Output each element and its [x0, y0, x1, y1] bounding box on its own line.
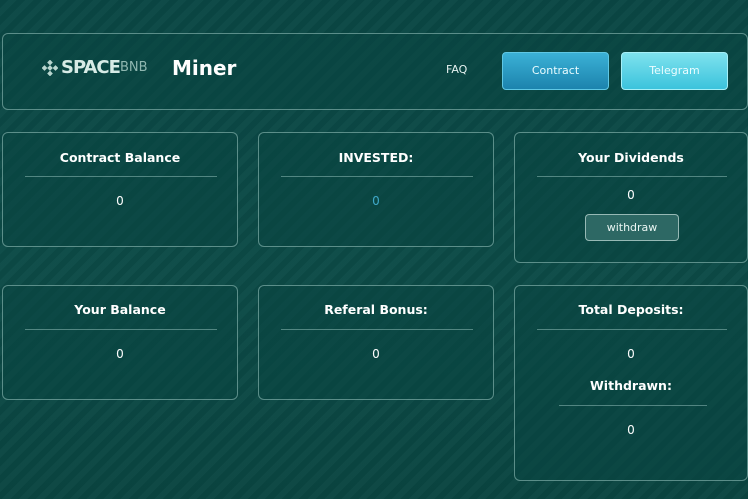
invested-title: INVESTED: — [338, 150, 414, 165]
dividends-title: Your Dividends — [578, 150, 684, 165]
referal-bonus-card: Referal Bonus: 0 — [258, 285, 494, 400]
telegram-button[interactable]: Telegram — [621, 52, 728, 90]
deposits-card: Total Deposits: 0 Withdrawn: 0 — [514, 285, 748, 481]
divider — [281, 176, 473, 177]
your-balance-title: Your Balance — [74, 302, 166, 317]
your-balance-card: Your Balance 0 — [2, 285, 238, 400]
divider — [25, 176, 217, 177]
dividends-value: 0 — [627, 188, 635, 202]
divider — [537, 329, 727, 330]
invested-card: INVESTED: 0 — [258, 132, 494, 247]
referal-bonus-value: 0 — [372, 347, 380, 361]
invested-value: 0 — [372, 194, 380, 208]
logo[interactable]: SPACE BNB — [42, 57, 148, 78]
contract-balance-value: 0 — [116, 194, 124, 208]
withdraw-button[interactable]: withdraw — [585, 214, 679, 241]
contract-button[interactable]: Contract — [502, 52, 609, 90]
bnb-diamond-icon — [42, 59, 58, 76]
logo-text: SPACE — [61, 57, 121, 78]
divider — [281, 329, 473, 330]
page-title: Miner — [172, 56, 237, 80]
logo-subtext: BNB — [119, 60, 148, 75]
your-balance-value: 0 — [116, 347, 124, 361]
withdrawn-value: 0 — [627, 423, 635, 437]
withdrawn-title: Withdrawn: — [590, 378, 672, 393]
divider — [25, 329, 217, 330]
total-deposits-value: 0 — [627, 347, 635, 361]
faq-link[interactable]: FAQ — [446, 63, 467, 76]
contract-balance-title: Contract Balance — [59, 150, 181, 165]
contract-balance-card: Contract Balance 0 — [2, 132, 238, 247]
referal-bonus-title: Referal Bonus: — [324, 302, 428, 317]
divider — [559, 405, 707, 406]
total-deposits-title: Total Deposits: — [578, 302, 684, 317]
dividends-card: Your Dividends 0 withdraw — [514, 132, 748, 263]
divider — [537, 176, 727, 177]
